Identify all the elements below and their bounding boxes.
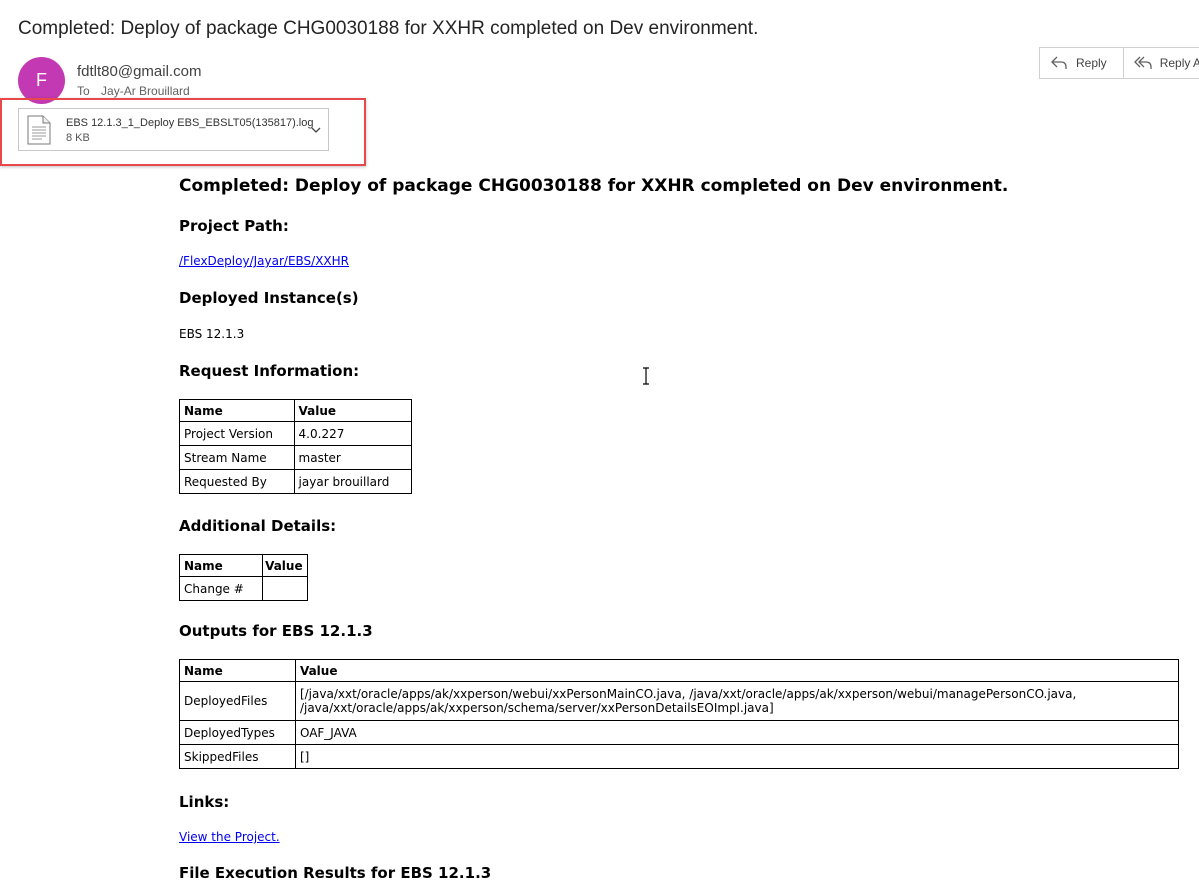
table-row: Change # (178, 576, 308, 601)
table-row: DeployedTypes OAF_JAVA (179, 720, 1180, 745)
header-name: Name (179, 399, 295, 422)
deployed-instances-heading: Deployed Instance(s) (179, 289, 359, 307)
row-value: 4.0.227 (293, 421, 413, 446)
row-name: DeployedTypes (179, 720, 296, 745)
to-label: To (77, 84, 90, 98)
row-value: jayar brouillard (293, 469, 413, 494)
attachment-size: 8 KB (66, 132, 90, 144)
attachment-card[interactable]: EBS 12.1.3_1_Deploy EBS_EBSLT05(135817).… (18, 108, 329, 151)
row-name: DeployedFiles (179, 681, 296, 721)
sender-address[interactable]: fdtlt80@gmail.com (77, 63, 201, 80)
reply-label: Reply (1076, 56, 1107, 70)
text-cursor-icon (643, 367, 649, 385)
view-project-link[interactable]: View the Project. (179, 830, 280, 844)
email-reading-pane: Completed: Deploy of package CHG0030188 … (0, 0, 1199, 895)
sender-avatar[interactable]: F (18, 57, 65, 104)
body-title: Completed: Deploy of package CHG0030188 … (179, 176, 1009, 196)
table-row: Stream Name master (179, 445, 413, 470)
reply-button[interactable]: Reply (1039, 47, 1124, 79)
row-value: OAF_JAVA (294, 720, 1180, 745)
table-header-row: Name Value (178, 554, 308, 577)
request-info-heading: Request Information: (179, 362, 360, 380)
row-name: SkippedFiles (179, 744, 296, 769)
text-file-icon (27, 115, 51, 145)
deployed-files-line-1: [/java/xxt/oracle/apps/ak/xxperson/webui… (299, 687, 1077, 701)
reply-all-button[interactable]: Reply Al (1123, 47, 1199, 79)
table-row: SkippedFiles [] (179, 744, 1180, 769)
reply-actions: Reply Reply Al (1039, 47, 1199, 79)
row-name: Requested By (179, 469, 295, 494)
additional-details-table: Name Value Change # (178, 554, 308, 601)
header-value: Value (293, 399, 413, 422)
reply-all-label: Reply Al (1159, 56, 1199, 70)
reply-all-icon (1133, 56, 1152, 69)
row-value: [] (294, 744, 1180, 769)
links-heading: Links: (179, 793, 230, 811)
table-row: DeployedFiles [/java/xxt/oracle/apps/ak/… (179, 681, 1180, 721)
project-path-heading: Project Path: (179, 217, 289, 235)
header-name: Name (179, 659, 296, 682)
table-header-row: Name Value (179, 659, 1180, 682)
row-value: master (293, 445, 413, 470)
chevron-down-icon[interactable] (310, 124, 322, 136)
outputs-table: Name Value DeployedFiles [/java/xxt/orac… (179, 659, 1180, 769)
request-info-table: Name Value Project Version 4.0.227 Strea… (179, 399, 413, 494)
recipient-name[interactable]: Jay-Ar Brouillard (101, 84, 190, 98)
table-header-row: Name Value (179, 399, 413, 422)
row-value (262, 576, 308, 601)
row-name: Project Version (179, 421, 295, 446)
deployed-instance: EBS 12.1.3 (179, 327, 245, 341)
additional-details-heading: Additional Details: (179, 517, 337, 535)
row-name: Change # (178, 576, 264, 601)
reply-icon (1051, 56, 1067, 69)
project-path-link[interactable]: /FlexDeploy/Jayar/EBS/XXHR (179, 254, 349, 268)
table-row: Requested By jayar brouillard (179, 469, 413, 494)
header-value: Value (294, 659, 1180, 682)
row-name: Stream Name (179, 445, 295, 470)
deployed-files-line-2: /java/xxt/oracle/apps/ak/xxperson/schema… (299, 701, 774, 715)
table-row: Project Version 4.0.227 (179, 421, 413, 446)
outputs-heading: Outputs for EBS 12.1.3 (179, 622, 373, 640)
file-execution-heading: File Execution Results for EBS 12.1.3 (179, 864, 492, 882)
email-subject: Completed: Deploy of package CHG0030188 … (18, 18, 759, 39)
row-value: [/java/xxt/oracle/apps/ak/xxperson/webui… (294, 681, 1180, 721)
recipient-line: To Jay-Ar Brouillard (77, 84, 190, 98)
header-name: Name (178, 554, 264, 577)
header-value: Value (262, 554, 308, 577)
attachment-name: EBS 12.1.3_1_Deploy EBS_EBSLT05(135817).… (66, 117, 314, 129)
